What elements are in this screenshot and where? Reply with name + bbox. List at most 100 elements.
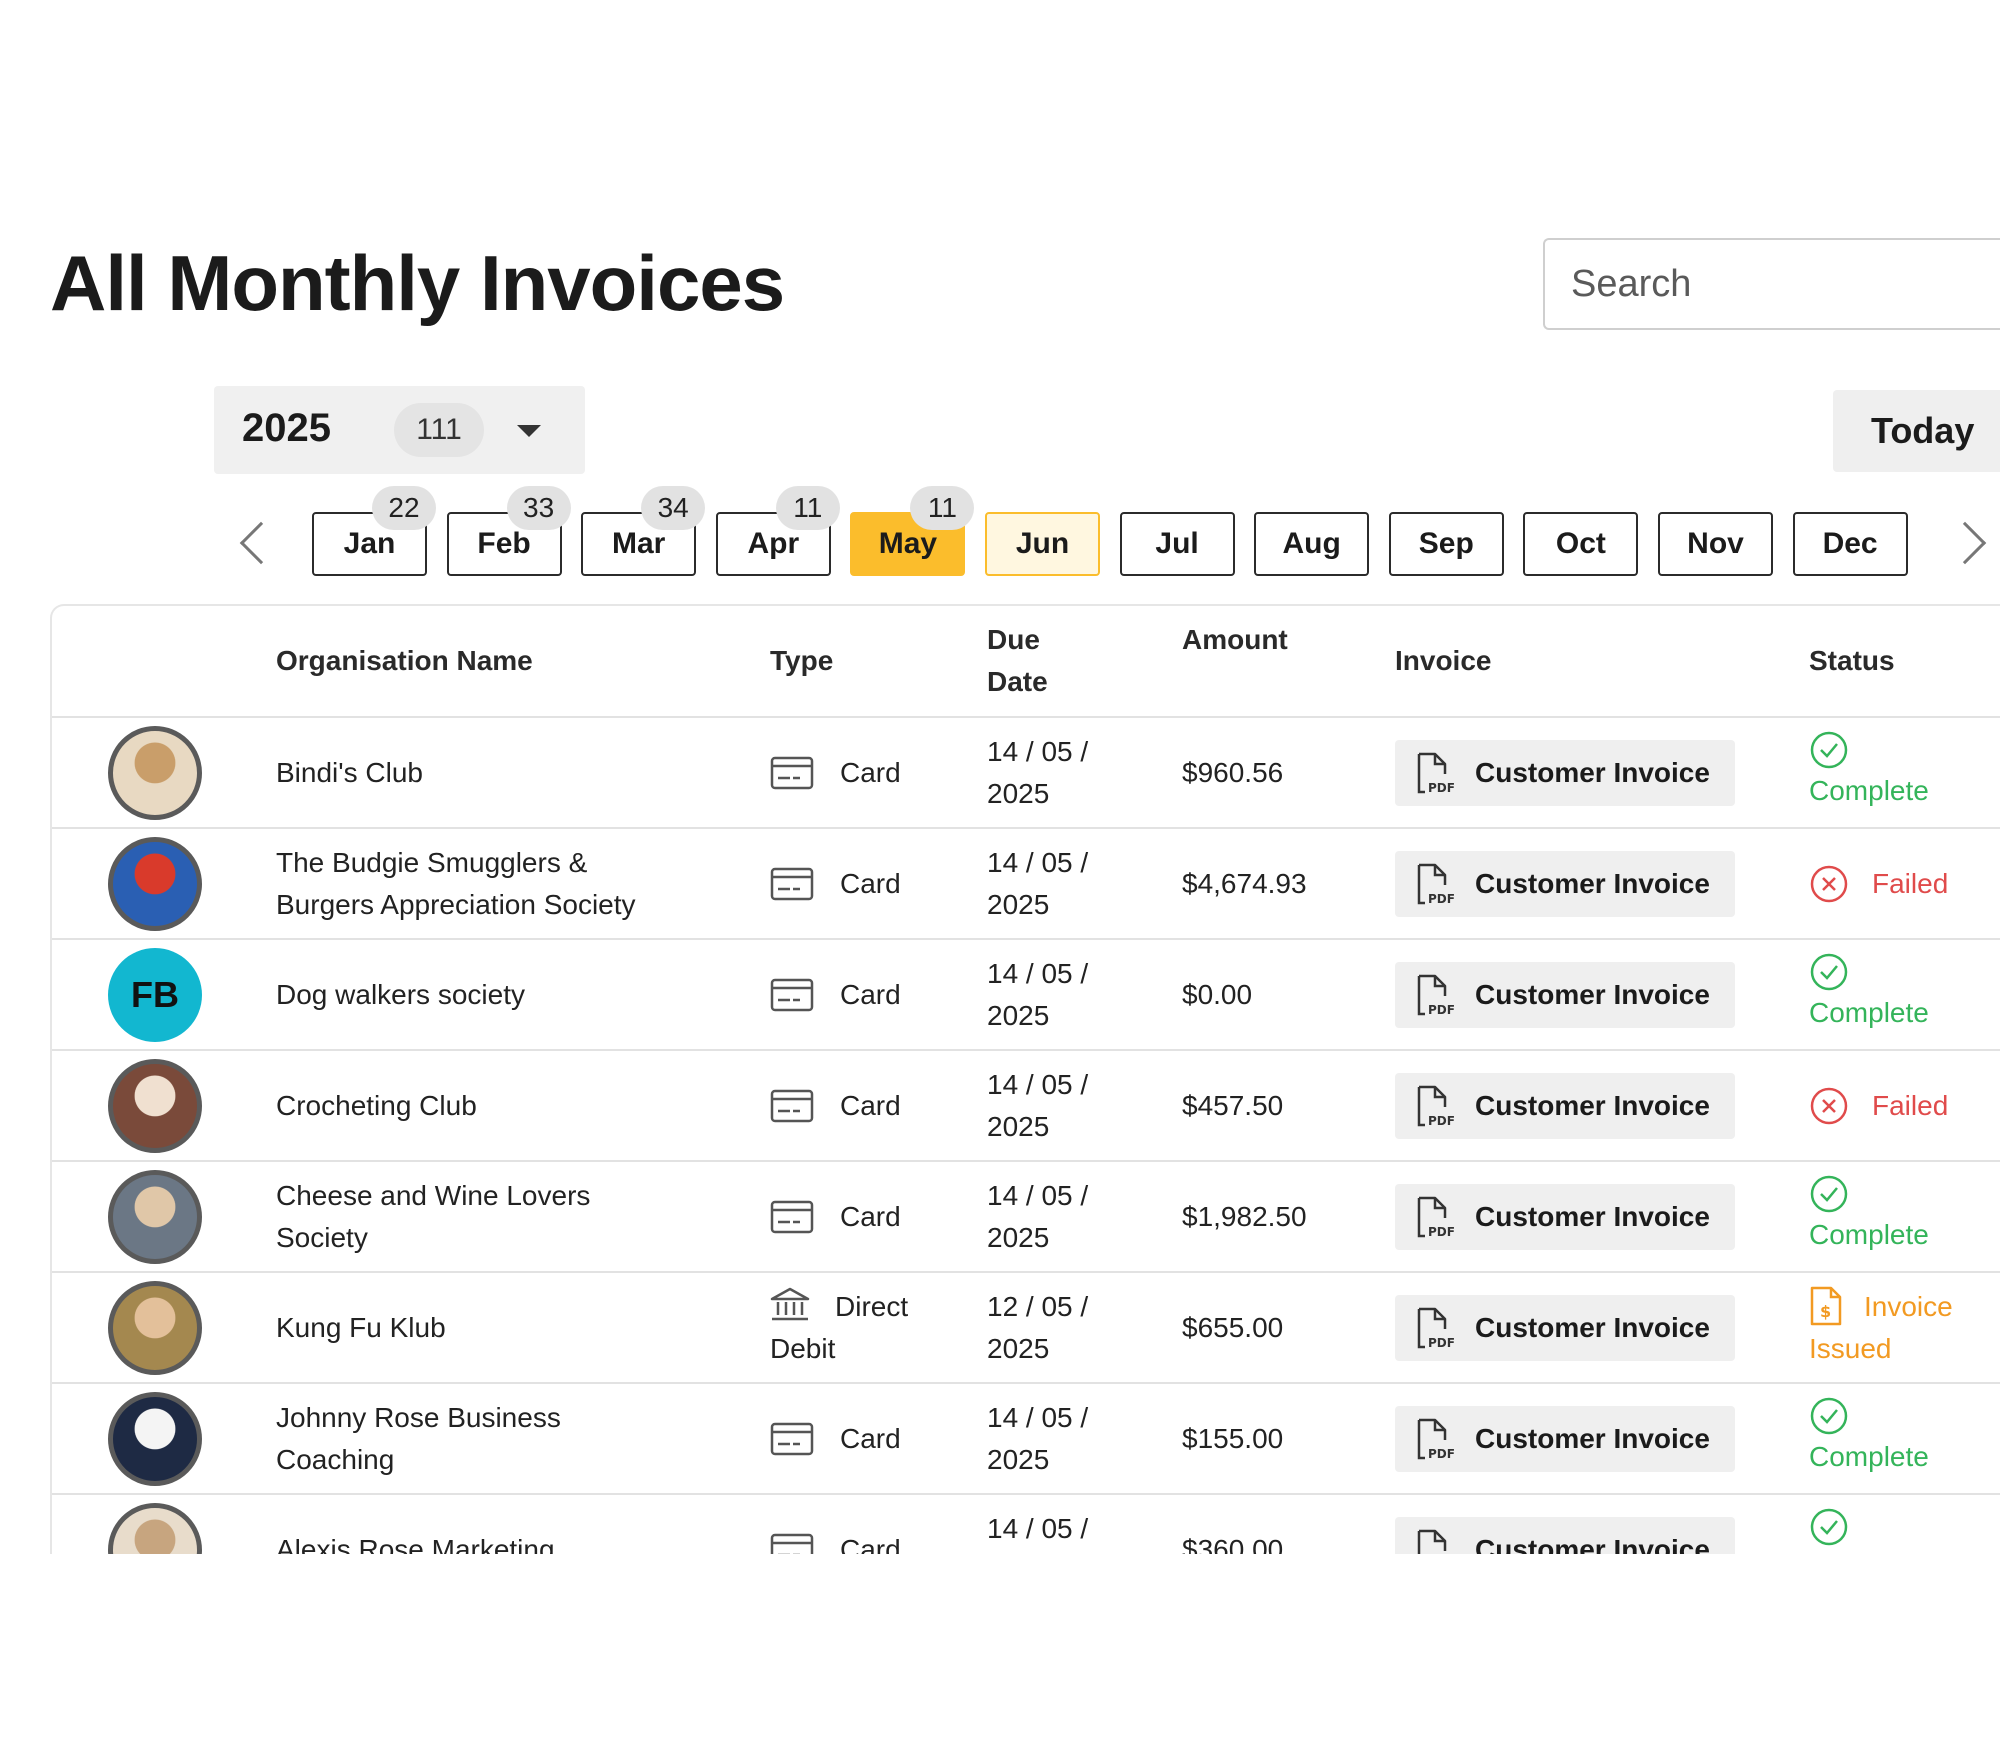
x-circle-icon — [1809, 864, 1849, 909]
avatar — [108, 837, 202, 931]
organisation-name: Dog walkers society — [276, 974, 696, 1016]
check-circle-icon — [1809, 1507, 1849, 1552]
due-date-line1: 14 / 05 / — [987, 736, 1089, 767]
table-row[interactable]: Bindi's Club Card 14 / 05 / 2025 $960.56 PDF C… — [52, 718, 2000, 829]
column-header-status[interactable]: Status — [1809, 640, 1895, 682]
amount: $1,982.50 — [1182, 1201, 1307, 1232]
payment-type: Card — [840, 979, 901, 1010]
year-dropdown[interactable]: 2025 111 — [214, 386, 585, 474]
month-tab-label: Aug — [1282, 527, 1341, 560]
avatar: FB — [108, 948, 202, 1042]
page-bottom — [0, 1555, 2000, 1750]
month-tab-nov[interactable]: Nov — [1658, 512, 1773, 576]
month-tab-aug[interactable]: Aug — [1254, 512, 1370, 576]
x-circle-icon — [1809, 1086, 1849, 1131]
month-tab-sep[interactable]: Sep — [1388, 512, 1504, 576]
month-tab-label: Nov — [1687, 527, 1744, 560]
due-date-line1: 14 / 05 / — [987, 847, 1089, 878]
avatar-initials: FB — [131, 974, 179, 1015]
check-circle-icon — [1809, 730, 1849, 775]
organisation-name: Crocheting Club — [276, 1085, 696, 1127]
month-tab-feb[interactable]: Feb 33 — [446, 486, 571, 576]
customer-invoice-button[interactable]: PDF Customer Invoice — [1395, 851, 1735, 917]
due-date: 14 / 05 / 2025 — [987, 731, 1127, 815]
month-tab-dec[interactable]: Dec — [1792, 512, 1908, 576]
month-tab-apr[interactable]: Apr 11 — [715, 486, 840, 576]
column-header-type[interactable]: Type — [770, 640, 833, 682]
due-date-line1: 14 / 05 / — [987, 1513, 1089, 1544]
column-header-organisation[interactable]: Organisation Name — [276, 640, 533, 682]
amount: $360.00 — [1182, 1534, 1284, 1554]
payment-type: Card — [840, 868, 901, 899]
month-tab-jan[interactable]: Jan 22 — [312, 486, 436, 576]
column-header-due-line1: Due — [987, 624, 1040, 655]
table-row[interactable]: Kung Fu Klub Direct Debit 12 / 05 / 2025 $655… — [52, 1273, 2000, 1384]
due-date-line2: 2025 — [987, 1444, 1050, 1475]
organisation-name-line1: Johnny Rose Business — [276, 1402, 561, 1433]
svg-text:PDF: PDF — [1428, 1003, 1455, 1017]
customer-invoice-label: Customer Invoice — [1475, 979, 1710, 1010]
organisation-name-line1: Dog walkers society — [276, 979, 525, 1010]
amount: $155.00 — [1182, 1423, 1284, 1454]
column-header-invoice[interactable]: Invoice — [1395, 640, 1491, 682]
pdf-file-icon: PDF — [1415, 974, 1455, 1021]
pdf-file-icon: PDF — [1415, 1196, 1455, 1243]
organisation-name: Alexis Rose Marketing — [276, 1529, 696, 1554]
status-label: Complete — [1809, 997, 1929, 1028]
table-row[interactable]: FB Dog walkers society Card 14 / 05 / 2025 $0… — [52, 940, 2000, 1051]
organisation-name-line1: Bindi's Club — [276, 757, 423, 788]
pdf-file-icon: PDF — [1415, 863, 1455, 910]
customer-invoice-button[interactable]: PDF Customer Invoice — [1395, 1406, 1735, 1472]
table-row[interactable]: The Budgie Smugglers & Burgers Appreciati… — [52, 829, 2000, 940]
column-header-due-date[interactable]: Due Date — [987, 619, 1048, 703]
month-tab-label: Jul — [1155, 527, 1199, 560]
today-button[interactable]: Today — [1833, 390, 2000, 472]
table-row[interactable]: Johnny Rose Business Coaching Card 14 / 05 … — [52, 1384, 2000, 1495]
status-label: Complete — [1809, 1441, 1929, 1472]
month-count-badge: 11 — [910, 486, 975, 530]
status-label: Failed — [1872, 868, 1949, 899]
svg-text:PDF: PDF — [1428, 1336, 1455, 1350]
customer-invoice-button[interactable]: PDF Customer Invoice — [1395, 1184, 1735, 1250]
customer-invoice-button[interactable]: PDF Customer Invoice — [1395, 962, 1735, 1028]
due-date: 14 / 05 / 2025 — [987, 842, 1127, 926]
chevron-right-icon[interactable] — [1943, 521, 1987, 565]
payment-type-line1: Direct — [835, 1291, 909, 1322]
month-tab-jun[interactable]: Jun — [985, 512, 1100, 576]
organisation-name-line1: The Budgie Smugglers & — [276, 847, 588, 878]
month-tab-oct[interactable]: Oct — [1523, 512, 1639, 576]
customer-invoice-button[interactable]: PDF Customer Invoice — [1395, 740, 1735, 806]
month-tab-label: Jun — [1015, 527, 1070, 560]
chevron-left-icon[interactable] — [239, 521, 283, 565]
month-tab-jul[interactable]: Jul — [1119, 512, 1235, 576]
payment-type: Card — [840, 1090, 901, 1121]
table-row[interactable]: Crocheting Club Card 14 / 05 / 2025 $457.50 P… — [52, 1051, 2000, 1162]
month-tab-may[interactable]: May 11 — [850, 486, 975, 576]
year-count-badge: 111 — [394, 403, 484, 457]
due-date-line2: 2025 — [987, 1333, 1050, 1364]
chevron-down-icon — [517, 425, 541, 437]
customer-invoice-button[interactable]: PDF Customer Invoice — [1395, 1517, 1735, 1554]
month-tab-label: Sep — [1418, 527, 1474, 560]
invoice-dollar-icon: $ — [1809, 1286, 1843, 1331]
page-title: All Monthly Invoices — [50, 239, 785, 327]
search-input[interactable] — [1543, 238, 2000, 330]
month-tab-mar[interactable]: Mar 34 — [581, 486, 706, 576]
customer-invoice-button[interactable]: PDF Customer Invoice — [1395, 1295, 1735, 1361]
payment-type: Card — [840, 757, 901, 788]
due-date-line2: 2025 — [987, 1111, 1050, 1142]
credit-card-icon — [770, 756, 814, 795]
avatar — [108, 1503, 202, 1554]
due-date-line1: 14 / 05 / — [987, 1180, 1089, 1211]
avatar — [108, 1059, 202, 1153]
pdf-file-icon: PDF — [1415, 1085, 1455, 1132]
column-header-amount[interactable]: Amount — [1182, 619, 1288, 661]
customer-invoice-button[interactable]: PDF Customer Invoice — [1395, 1073, 1735, 1139]
amount: $457.50 — [1182, 1090, 1284, 1121]
due-date: 14 / 05 / 2025 — [987, 953, 1127, 1037]
table-row[interactable]: Cheese and Wine Lovers Society Card 14 / 05… — [52, 1162, 2000, 1273]
pdf-file-icon: PDF — [1415, 752, 1455, 799]
due-date: 14 / 05 / 2025 — [987, 1397, 1127, 1481]
due-date-line2: 2025 — [987, 889, 1050, 920]
table-row[interactable]: Alexis Rose Marketing Card 14 / 05 / 2025 $3… — [52, 1495, 2000, 1554]
